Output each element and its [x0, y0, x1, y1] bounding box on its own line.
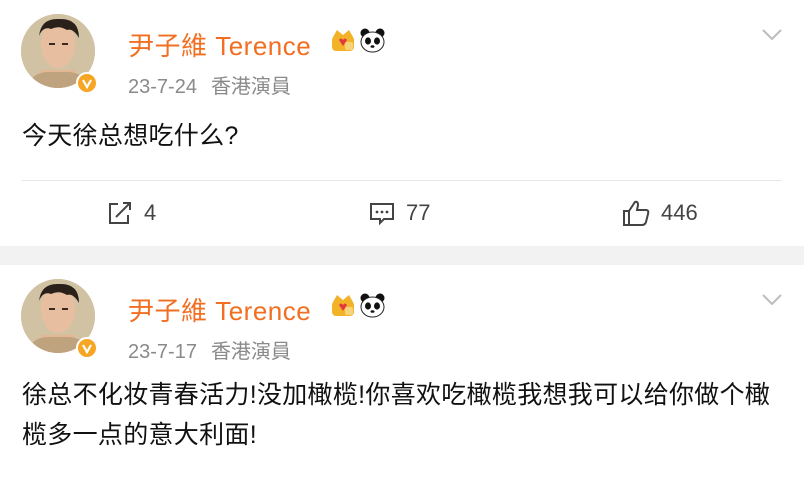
author-name[interactable]: 尹子維 Terence [128, 291, 311, 328]
repost-icon [109, 202, 131, 224]
crown-badge-icon[interactable] [330, 27, 356, 58]
post-source: 香港演員 [210, 341, 291, 363]
crown-badge-icon[interactable] [330, 292, 356, 323]
like-count: 446 [661, 200, 698, 225]
post-date: 23-7-17 [128, 341, 197, 363]
weibo-post: 尹子維 Terence 23-7-17 香港演員 徐总不化妆青春活力!没加橄榄!你… [0, 265, 804, 486]
post-content: 今天徐总想吃什么? [22, 122, 239, 150]
like-icon [623, 200, 650, 226]
post-source: 香港演員 [210, 76, 291, 98]
post-content: 徐总不化妆青春活力!没加橄榄!你喜欢吃橄榄我想我可以给你做个橄榄多一点的意大利面… [22, 381, 771, 449]
verified-badge-icon [76, 72, 98, 94]
post-meta: 23-7-24 香港演員 [128, 70, 291, 99]
author-name[interactable]: 尹子維 Terence [128, 26, 311, 63]
post-date: 23-7-24 [128, 76, 197, 98]
divider [22, 180, 782, 181]
repost-count: 4 [144, 200, 157, 225]
repost-button[interactable]: 4 [106, 197, 156, 229]
comment-button[interactable]: 77 [368, 197, 430, 229]
comment-count: 77 [406, 200, 431, 225]
weibo-post: 尹子維 Terence 23-7-24 香港演員 今天徐总想吃什么? 4 77 … [0, 0, 804, 246]
panda-badge-icon[interactable] [359, 292, 386, 323]
comment-icon [370, 203, 394, 226]
post-meta: 23-7-17 香港演員 [128, 335, 291, 364]
like-button[interactable]: 446 [621, 197, 698, 229]
chevron-down-icon[interactable] [760, 24, 784, 49]
panda-badge-icon[interactable] [359, 27, 386, 58]
verified-badge-icon [76, 337, 98, 359]
chevron-down-icon[interactable] [760, 289, 784, 314]
